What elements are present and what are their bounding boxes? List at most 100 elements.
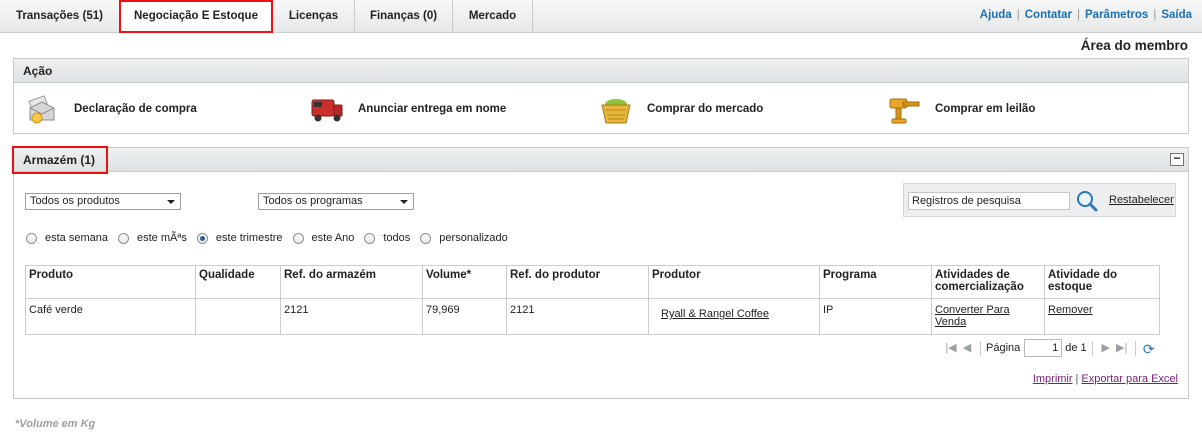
parameters-link[interactable]: Parâmetros xyxy=(1085,9,1148,21)
program-filter-value: Todos os programas xyxy=(263,195,363,207)
radio-label: este trimestre xyxy=(215,232,283,244)
radio-button[interactable] xyxy=(292,232,304,244)
column-header-warehouse-ref[interactable]: Ref. do armazém xyxy=(280,265,423,299)
announce-delivery-action[interactable]: Anunciar entrega em nome xyxy=(310,94,506,124)
purchase-declaration-label: Declaração de compra xyxy=(74,103,197,115)
radio-this-year[interactable]: este Ano xyxy=(292,232,355,244)
cell-warehouse-ref: 2121 xyxy=(280,298,423,335)
page-number-input[interactable]: 1 xyxy=(1024,339,1063,357)
warehouse-table: Produto Qualidade Ref. do armazém Volume… xyxy=(25,265,1160,335)
column-header-quality[interactable]: Qualidade xyxy=(195,265,281,299)
buy-from-market-action[interactable]: Comprar do mercado xyxy=(599,94,763,124)
column-header-producer-ref[interactable]: Ref. do produtor xyxy=(506,265,649,299)
last-page-icon[interactable]: ▶| xyxy=(1114,341,1130,355)
buy-at-auction-action[interactable]: Comprar em leilão xyxy=(887,94,1035,124)
link-separator: | xyxy=(1077,9,1081,21)
page-count: de 1 xyxy=(1065,342,1087,354)
top-navigation: Transações (51) Negociação E Estoque Lic… xyxy=(0,0,1202,33)
radio-custom[interactable]: personalizado xyxy=(420,232,508,244)
tab-transacoes[interactable]: Transações (51) xyxy=(0,0,120,32)
radio-button[interactable] xyxy=(364,232,376,244)
basket-icon xyxy=(599,94,631,124)
search-input[interactable]: Registros de pesquisa xyxy=(908,192,1070,210)
column-header-producer[interactable]: Produtor xyxy=(648,265,820,299)
reset-link[interactable]: Restabelecer xyxy=(1109,194,1174,206)
refresh-icon[interactable]: ⟳ xyxy=(1141,341,1157,357)
convert-to-sale-link[interactable]: Converter Para Venda xyxy=(935,304,1010,328)
help-link[interactable]: Ajuda xyxy=(980,9,1012,21)
page-label: Página xyxy=(986,342,1021,354)
logout-link[interactable]: Saída xyxy=(1161,9,1192,21)
radio-label: este mÃªs xyxy=(136,232,187,244)
pagination: |◀ ◀ Página 1 de 1 ▶ ▶| ⟳ xyxy=(943,339,1157,357)
cell-trade-activity: Converter Para Venda xyxy=(931,298,1045,335)
purchase-declaration-action[interactable]: Declaração de compra xyxy=(26,94,197,124)
chevron-down-icon xyxy=(400,200,408,204)
radio-label: este Ano xyxy=(311,232,355,244)
actions-panel: Ação Declaração de compra Anunciar entre… xyxy=(13,58,1189,134)
truck-icon xyxy=(310,94,343,124)
radio-button[interactable] xyxy=(420,232,432,244)
period-radio-group: esta semana este mÃªs este trimestre est… xyxy=(26,232,518,244)
pager-separator xyxy=(1134,340,1136,356)
table-header-row: Produto Qualidade Ref. do armazém Volume… xyxy=(25,265,1160,299)
tab-negociacao-estoque[interactable]: Negociação E Estoque xyxy=(119,0,273,33)
warehouse-panel-title: Armazém (1) xyxy=(12,146,108,174)
cell-volume: 79,969 xyxy=(422,298,507,335)
gavel-icon xyxy=(887,94,920,124)
cell-producer-ref: 2121 xyxy=(506,298,649,335)
radio-button[interactable] xyxy=(26,232,37,244)
radio-all[interactable]: todos xyxy=(364,232,410,244)
cell-product: Café verde xyxy=(25,298,196,335)
actions-panel-title: Ação xyxy=(14,59,1188,83)
cell-quality xyxy=(195,298,281,335)
previous-page-icon[interactable]: ◀ xyxy=(959,341,975,355)
column-header-trade-activities: Atividades de comercialização xyxy=(931,265,1045,299)
radio-label: todos xyxy=(383,232,411,244)
print-link[interactable]: Imprimir xyxy=(1033,373,1073,385)
warehouse-panel-header xyxy=(14,148,1188,172)
buy-from-market-label: Comprar do mercado xyxy=(647,103,764,115)
radio-button[interactable] xyxy=(117,232,129,244)
product-filter-value: Todos os produtos xyxy=(30,195,120,207)
export-links: Imprimir | Exportar para Excel xyxy=(1033,373,1178,385)
radio-this-month[interactable]: este mÃªs xyxy=(117,232,187,244)
cell-producer: Ryall & Rangel Coffee xyxy=(648,298,820,335)
radio-this-week[interactable]: esta semana xyxy=(26,232,108,244)
pager-separator xyxy=(980,340,981,356)
cell-stock-activity: Remover xyxy=(1044,298,1160,335)
link-separator: | xyxy=(1153,9,1157,21)
column-header-stock-activity: Atividade do estoque xyxy=(1044,265,1160,299)
collapse-button[interactable]: − xyxy=(1170,152,1184,166)
radio-label: personalizado xyxy=(439,232,508,244)
volume-footnote: *Volume em Kg xyxy=(15,418,96,430)
contact-link[interactable]: Contatar xyxy=(1025,9,1072,21)
tab-licencas[interactable]: Licenças xyxy=(273,0,355,32)
search-icon[interactable] xyxy=(1076,190,1098,212)
program-filter-select[interactable]: Todos os programas xyxy=(258,193,414,210)
envelope-document-icon xyxy=(26,94,58,124)
column-header-volume[interactable]: Volume* xyxy=(422,265,507,299)
link-separator: | xyxy=(1075,373,1079,385)
cell-program: IP xyxy=(819,298,932,335)
table-row: Café verde 2121 79,969 2121 Ryall & Rang… xyxy=(25,298,1160,335)
radio-button-selected[interactable] xyxy=(196,232,208,244)
tab-financas[interactable]: Finanças (0) xyxy=(355,0,453,32)
announce-delivery-label: Anunciar entrega em nome xyxy=(358,103,507,115)
radio-this-quarter[interactable]: este trimestre xyxy=(196,232,283,244)
column-header-program[interactable]: Programa xyxy=(819,265,932,299)
producer-link[interactable]: Ryall & Rangel Coffee xyxy=(661,308,769,320)
first-page-icon[interactable]: |◀ xyxy=(943,341,959,355)
link-separator: | xyxy=(1016,9,1020,21)
top-links: Ajuda | Contatar | Parâmetros | Saída xyxy=(980,9,1192,21)
pager-separator xyxy=(1091,340,1093,356)
product-filter-select[interactable]: Todos os produtos xyxy=(25,193,181,210)
member-area-title: Área do membro xyxy=(1080,38,1188,53)
buy-at-auction-label: Comprar em leilão xyxy=(935,103,1036,115)
radio-label: esta semana xyxy=(45,232,108,244)
next-page-icon[interactable]: ▶ xyxy=(1098,341,1114,355)
tab-mercado[interactable]: Mercado xyxy=(453,0,533,32)
remove-link[interactable]: Remover xyxy=(1048,304,1093,316)
export-excel-link[interactable]: Exportar para Excel xyxy=(1081,373,1178,385)
column-header-product[interactable]: Produto xyxy=(25,265,196,299)
